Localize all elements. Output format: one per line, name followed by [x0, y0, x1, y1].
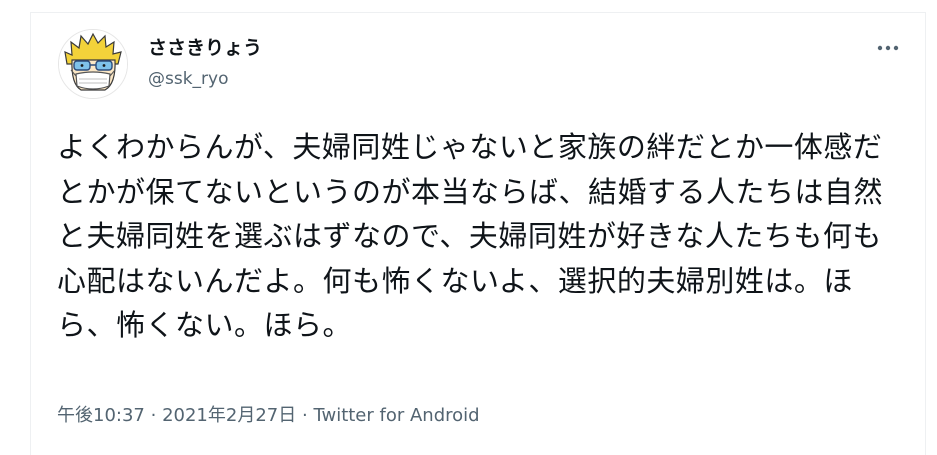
display-name[interactable]: ささきりょう	[148, 36, 262, 60]
tweet-source[interactable]: Twitter for Android	[313, 405, 479, 426]
cartoon-avatar-icon	[59, 30, 127, 98]
meta-separator-2: ·	[301, 405, 308, 426]
user-handle[interactable]: @ssk_ryo	[148, 68, 229, 90]
avatar[interactable]	[58, 29, 128, 99]
tweet-date[interactable]: 2021年2月27日	[162, 405, 296, 426]
tweet-text: よくわからんが、夫婦同姓じゃないと家族の絆だとか一体感だとかが保てないというのが…	[57, 130, 884, 343]
more-horizontal-icon	[877, 45, 899, 51]
tweet-metadata: 午後10:37 · 2021年2月27日 · Twitter for Andro…	[57, 404, 480, 428]
more-options-button[interactable]	[870, 34, 906, 62]
tweet-time[interactable]: 午後10:37	[57, 405, 145, 426]
